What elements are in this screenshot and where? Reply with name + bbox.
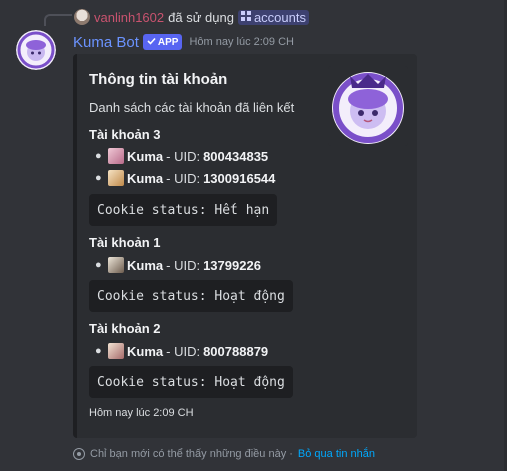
eye-icon <box>73 448 85 460</box>
account-character-line: ● Kuma - UID: 800788879 <box>95 342 268 360</box>
reply-username[interactable]: vanlinh1602 <box>94 10 164 25</box>
character-name: Kuma <box>127 170 164 186</box>
cookie-status-code: Cookie status: Hết hạn <box>89 194 278 226</box>
uid-label: - UID: <box>166 170 201 186</box>
bullet-icon: ● <box>95 345 102 357</box>
command-name: accounts <box>253 9 306 25</box>
slash-command-icon <box>240 10 251 24</box>
embed-thumbnail[interactable] <box>328 66 408 146</box>
discord-message-view: vanlinh1602 đã sử dụng accounts Kuma Bot… <box>0 0 507 471</box>
uid-value: 1300916544 <box>203 170 276 186</box>
genshin-character-icon <box>108 170 124 186</box>
embed-footer-timestamp: Hôm nay lúc 2:09 CH <box>89 407 194 419</box>
ephemeral-notice: Chỉ bạn mới có thể thấy những điều này ·… <box>73 446 375 462</box>
reply-user-avatar[interactable] <box>74 9 90 25</box>
character-name: Kuma <box>127 257 164 273</box>
message-timestamp[interactable]: Hôm nay lúc 2:09 CH <box>189 36 294 48</box>
app-badge: APP <box>142 34 183 50</box>
message-header: Kuma Bot APP Hôm nay lúc 2:09 CH <box>73 33 294 51</box>
honkai-character-icon <box>108 343 124 359</box>
uid-value: 800434835 <box>203 148 269 164</box>
cookie-status-code: Cookie status: Hoạt động <box>89 280 293 312</box>
app-badge-label: APP <box>157 36 179 48</box>
uid-value: 13799226 <box>203 257 261 273</box>
uid-value: 800788879 <box>203 343 269 359</box>
embed-description: Danh sách các tài khoản đã liên kết <box>89 100 295 115</box>
account-heading: Tài khoản 3 <box>89 127 161 142</box>
account-info-embed: Thông tin tài khoản Danh sách các tài kh… <box>73 54 417 438</box>
uid-label: - UID: <box>166 257 201 273</box>
honkai-character-icon <box>108 148 124 164</box>
bullet-icon: ● <box>95 172 102 184</box>
command-mention[interactable]: accounts <box>237 9 309 25</box>
uid-label: - UID: <box>166 343 201 359</box>
account-heading: Tài khoản 1 <box>89 235 161 250</box>
uid-label: - UID: <box>166 148 201 164</box>
bot-name[interactable]: Kuma Bot <box>73 34 139 51</box>
dismiss-message-link[interactable]: Bỏ qua tin nhắn <box>298 448 375 460</box>
reply-action-text: đã sử dụng <box>168 9 234 25</box>
account-character-line: ● Kuma - UID: 1300916544 <box>95 169 275 187</box>
account-character-line: ● Kuma - UID: 13799226 <box>95 256 261 274</box>
embed-title: Thông tin tài khoản <box>89 71 228 88</box>
zzz-character-icon <box>108 257 124 273</box>
bullet-icon: ● <box>95 259 102 271</box>
reply-connector <box>44 14 72 26</box>
bullet-icon: ● <box>95 150 102 162</box>
ephemeral-note: Chỉ bạn mới có thể thấy những điều này · <box>90 448 293 460</box>
character-name: Kuma <box>127 148 164 164</box>
account-character-line: ● Kuma - UID: 800434835 <box>95 147 268 165</box>
cookie-status-code: Cookie status: Hoạt động <box>89 366 293 398</box>
account-heading: Tài khoản 2 <box>89 321 161 336</box>
bot-avatar[interactable] <box>16 30 56 70</box>
reply-context[interactable]: vanlinh1602 đã sử dụng accounts <box>74 8 309 26</box>
checkmark-icon <box>147 37 156 48</box>
character-name: Kuma <box>127 343 164 359</box>
